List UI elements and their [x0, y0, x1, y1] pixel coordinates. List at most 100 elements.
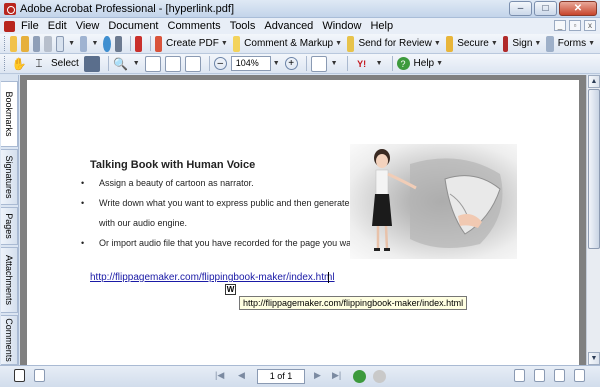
page-thumbnail-icon[interactable] [14, 369, 25, 382]
next-page-icon[interactable]: ▶ [314, 370, 321, 381]
close-button[interactable]: ✕ [559, 1, 597, 16]
single-page-layout-icon[interactable] [514, 369, 525, 382]
chevron-down-icon[interactable]: ▼ [588, 40, 595, 47]
snapshot-icon[interactable] [83, 55, 100, 72]
chevron-down-icon[interactable]: ▼ [133, 60, 140, 67]
secure-button[interactable]: Secure [457, 38, 489, 49]
doc-close-button[interactable]: x [584, 20, 596, 31]
menu-document[interactable]: Document [108, 20, 158, 32]
help-icon[interactable]: ? [396, 57, 410, 70]
create-pdf-icon[interactable] [154, 35, 163, 52]
chevron-down-icon[interactable]: ▼ [91, 40, 98, 47]
page-heading: Talking Book with Human Voice [90, 159, 256, 171]
hand-tool-icon[interactable]: ✋ [11, 56, 27, 72]
scrollbar-thumb[interactable] [588, 89, 600, 249]
tab-comments-label: Comments [4, 318, 14, 362]
web-icon[interactable] [103, 35, 111, 52]
page-layout-icon[interactable] [310, 55, 327, 72]
toolbar-grip[interactable] [4, 36, 6, 51]
page-curl-illustration [350, 144, 517, 259]
facing-layout-icon[interactable] [554, 369, 565, 382]
tab-bookmarks[interactable]: Bookmarks [1, 81, 18, 147]
chevron-down-icon[interactable]: ▼ [436, 60, 443, 67]
lock-icon[interactable] [445, 35, 454, 52]
sign-button[interactable]: Sign [512, 38, 532, 49]
zoom-in-icon[interactable]: 🔍 [113, 56, 129, 72]
menu-window[interactable]: Window [322, 20, 361, 32]
menu-bar: File Edit View Document Comments Tools A… [0, 18, 600, 34]
go-forward-icon[interactable] [373, 370, 386, 383]
yahoo-search-icon[interactable]: Y! [352, 56, 372, 72]
zoom-level-field[interactable]: 104% [230, 56, 271, 71]
menu-file[interactable]: File [21, 20, 39, 32]
menu-advanced[interactable]: Advanced [264, 20, 313, 32]
help-button[interactable]: Help [414, 58, 435, 69]
comment-markup-button[interactable]: Comment & Markup [244, 38, 333, 49]
create-pdf-button[interactable]: Create PDF [166, 38, 219, 49]
chevron-down-icon[interactable]: ▼ [273, 60, 280, 67]
chevron-down-icon[interactable]: ▼ [491, 40, 498, 47]
review-tracker-icon[interactable] [134, 35, 143, 52]
search-icon[interactable] [114, 35, 123, 52]
forms-button[interactable]: Forms [558, 38, 586, 49]
print-icon[interactable] [44, 35, 52, 52]
menu-view[interactable]: View [76, 20, 100, 32]
send-review-icon[interactable] [347, 35, 355, 52]
chevron-down-icon[interactable]: ▼ [331, 60, 338, 67]
actual-size-icon[interactable] [144, 55, 161, 72]
menu-edit[interactable]: Edit [48, 20, 67, 32]
send-for-review-button[interactable]: Send for Review [358, 38, 431, 49]
tab-comments[interactable]: Comments [1, 315, 18, 365]
continuous-layout-icon[interactable] [534, 369, 545, 382]
tab-bookmarks-label: Bookmarks [4, 91, 14, 137]
title-bar: Adobe Acrobat Professional - [hyperlink.… [0, 0, 600, 18]
last-page-icon[interactable]: ▶| [332, 370, 341, 381]
fit-width-icon[interactable] [184, 55, 201, 72]
organizer-icon[interactable] [21, 35, 29, 52]
chevron-down-icon[interactable]: ▼ [68, 40, 75, 47]
menu-help[interactable]: Help [370, 20, 393, 32]
chevron-down-icon[interactable]: ▼ [534, 40, 541, 47]
list-item-text: with our audio engine. [99, 218, 188, 228]
doc-restore-button[interactable]: ▫ [569, 20, 581, 31]
continuous-facing-layout-icon[interactable] [574, 369, 585, 382]
tab-signatures[interactable]: Signatures [1, 149, 18, 205]
menu-tools[interactable]: Tools [230, 20, 256, 32]
select-cursor-icon[interactable]: ⌶ [31, 56, 47, 72]
chevron-down-icon[interactable]: ▼ [335, 40, 342, 47]
vertical-scrollbar[interactable]: ▲ ▼ [586, 75, 600, 365]
toolbar-grip[interactable] [4, 56, 7, 71]
open-icon[interactable] [9, 35, 18, 52]
pen-icon[interactable] [502, 35, 509, 52]
scroll-down-button[interactable]: ▼ [588, 352, 600, 365]
chevron-down-icon[interactable]: ▼ [376, 60, 383, 67]
menu-comments[interactable]: Comments [168, 20, 221, 32]
go-back-icon[interactable] [353, 370, 366, 383]
maximize-button[interactable]: □ [534, 1, 557, 16]
document-properties-icon[interactable] [34, 369, 45, 382]
previous-page-icon[interactable]: ◀ [238, 370, 245, 381]
document-icon [4, 20, 15, 32]
doc-minimize-button[interactable]: _ [554, 20, 566, 31]
fit-page-icon[interactable] [164, 55, 181, 72]
tab-pages[interactable]: Pages [1, 207, 18, 245]
chevron-down-icon[interactable]: ▼ [434, 40, 441, 47]
save-icon[interactable] [32, 35, 41, 52]
status-bar: |◀ ◀ 1 of 1 ▶ ▶| [0, 365, 600, 387]
zoom-in-button-icon[interactable]: + [284, 57, 298, 70]
forms-icon[interactable] [546, 35, 554, 52]
email-icon[interactable] [55, 35, 65, 52]
zoom-out-icon[interactable]: – [213, 57, 227, 70]
minimize-button[interactable]: – [509, 1, 532, 16]
tab-attachments[interactable]: Attachments [1, 247, 18, 313]
narrator-image [372, 149, 503, 251]
first-page-icon[interactable]: |◀ [215, 370, 224, 381]
select-tool-button[interactable]: Select [51, 58, 79, 69]
hyperlink[interactable]: http://flippagemaker.com/flippingbook-ma… [90, 272, 335, 283]
document-viewport[interactable]: Talking Book with Human Voice • Assign a… [20, 75, 586, 365]
scroll-up-button[interactable]: ▲ [588, 75, 600, 88]
comment-icon[interactable] [232, 35, 241, 52]
page-number-field[interactable]: 1 of 1 [257, 369, 305, 384]
attach-icon[interactable] [80, 35, 88, 52]
chevron-down-icon[interactable]: ▼ [221, 40, 228, 47]
